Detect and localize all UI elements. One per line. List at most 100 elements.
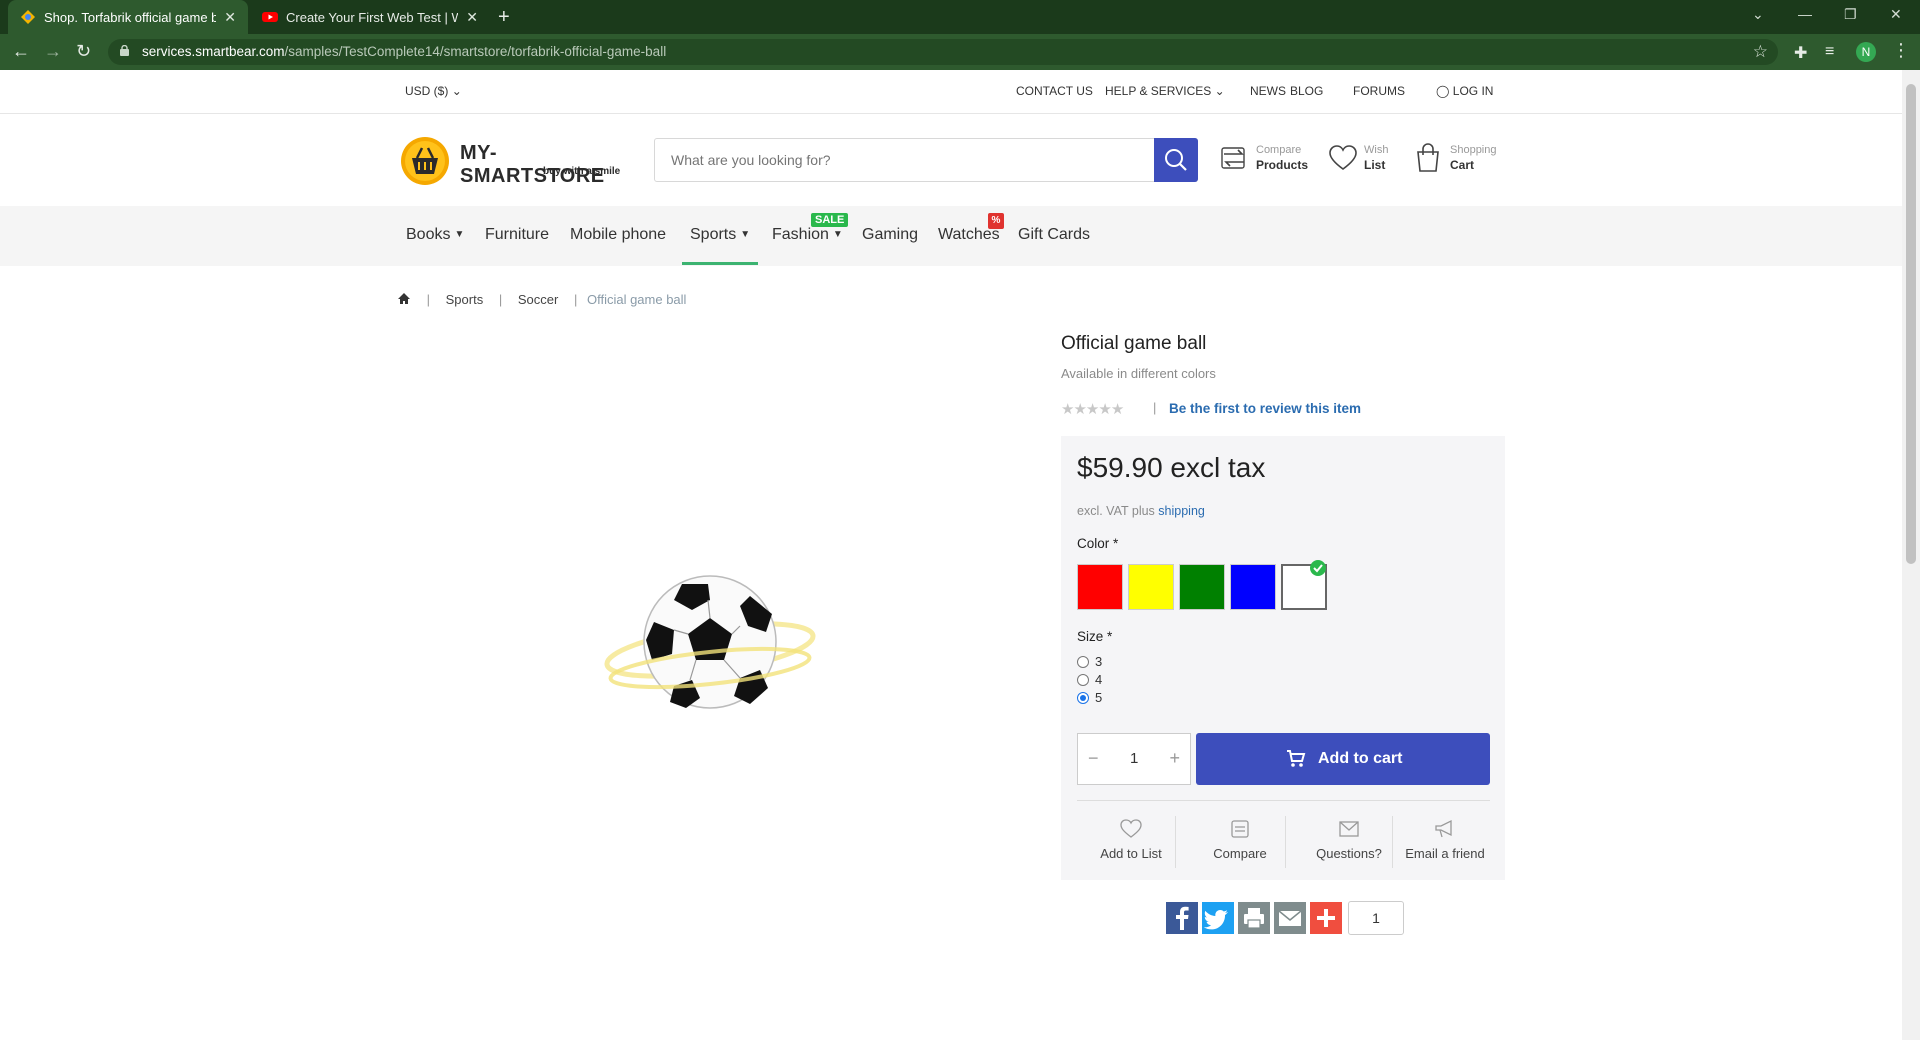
megaphone-icon <box>1435 819 1452 838</box>
wishlist-button[interactable]: Wish List <box>1328 142 1398 182</box>
news-link[interactable]: NEWS <box>1250 84 1286 98</box>
store-logo[interactable]: MY-SMARTSTORE buy with a smile <box>400 136 636 187</box>
product-price: $59.90 excl tax <box>1077 452 1266 483</box>
tab-search-icon[interactable]: ⌄ <box>1752 6 1764 23</box>
shopping-bag-icon <box>1417 143 1439 172</box>
nav-item-books[interactable]: Books ▼ <box>406 226 464 244</box>
print-button[interactable] <box>1238 902 1270 934</box>
review-separator: | <box>1153 400 1157 415</box>
size-option-5[interactable]: 5 <box>1077 690 1102 705</box>
scrollbar-thumb[interactable] <box>1906 84 1916 564</box>
add-to-list-button[interactable]: Add to List <box>1077 818 1185 861</box>
reading-list-icon[interactable]: ≡ <box>1825 43 1834 61</box>
email-icon <box>1274 902 1306 934</box>
compare-products-button[interactable]: Compare Products <box>1220 142 1310 182</box>
close-tab-icon[interactable]: ✕ <box>466 9 478 26</box>
breadcrumb-sports[interactable]: Sports <box>446 292 484 307</box>
close-window-icon[interactable]: ✕ <box>1890 6 1902 23</box>
nav-item-gaming[interactable]: Gaming <box>862 226 918 244</box>
bookmark-star-icon[interactable]: ☆ <box>1753 42 1768 62</box>
add-to-cart-button[interactable]: Add to cart <box>1196 733 1490 785</box>
search-button[interactable] <box>1154 138 1198 182</box>
envelope-icon <box>1339 821 1359 837</box>
heart-icon <box>1120 819 1142 838</box>
twitter-share-button[interactable] <box>1202 902 1234 934</box>
email-share-button[interactable] <box>1274 902 1306 934</box>
email-friend-button[interactable]: Email a friend <box>1391 818 1499 861</box>
increment-icon[interactable]: + <box>1169 748 1180 769</box>
login-label: LOG IN <box>1452 84 1494 98</box>
profile-avatar[interactable]: N <box>1856 42 1876 62</box>
color-swatch-yellow[interactable] <box>1128 564 1174 610</box>
nav-item-sports[interactable]: Sports ▼ <box>681 226 759 265</box>
back-icon[interactable]: ← <box>12 41 30 62</box>
forums-link[interactable]: FORUMS <box>1353 84 1405 98</box>
nav-label: Sports <box>690 226 737 243</box>
twitter-icon <box>1202 902 1234 934</box>
write-review-link[interactable]: Be the first to review this item <box>1169 401 1361 416</box>
minimize-icon[interactable]: — <box>1798 6 1812 22</box>
product-image[interactable] <box>600 570 820 720</box>
radio-button-selected[interactable] <box>1077 692 1089 704</box>
quantity-input[interactable]: 1 <box>1130 750 1138 767</box>
contact-us-link[interactable]: CONTACT US <box>1016 84 1093 98</box>
color-swatch-red[interactable] <box>1077 564 1123 610</box>
cart-label-bottom: Cart <box>1450 158 1475 172</box>
url-host: services.smartbear.com <box>142 44 285 59</box>
blog-link[interactable]: BLOG <box>1290 84 1323 98</box>
breadcrumb-separator: | <box>426 292 431 307</box>
nav-item-fashion[interactable]: Fashion ▼ <box>772 226 843 244</box>
tax-note: excl. VAT plus shipping <box>1077 504 1205 518</box>
logo-tagline: buy with a smile <box>543 166 621 177</box>
color-swatch-blue[interactable] <box>1230 564 1276 610</box>
search-input[interactable] <box>655 139 1155 181</box>
page-scrollbar[interactable] <box>1902 70 1920 1040</box>
questions-button[interactable]: Questions? <box>1295 818 1403 861</box>
print-icon <box>1238 902 1270 934</box>
nav-label: Fashion <box>772 226 829 243</box>
more-share-button[interactable] <box>1310 902 1342 934</box>
shipping-link[interactable]: shipping <box>1158 504 1205 518</box>
browser-tab[interactable]: Create Your First Web Test | Web ✕ <box>250 0 490 34</box>
compare-label: Compare <box>1213 846 1267 861</box>
browser-tab-active[interactable]: Shop. Torfabrik official game ball ✕ <box>8 0 248 34</box>
radio-button[interactable] <box>1077 656 1089 668</box>
product-title: Official game ball <box>1061 333 1207 354</box>
url-text: services.smartbear.com/samples/TestCompl… <box>142 44 666 59</box>
compare-button[interactable]: Compare <box>1186 818 1294 861</box>
plus-icon <box>1310 902 1342 934</box>
browser-toolbar: ← → ↻ services.smartbear.com/samples/Tes… <box>0 34 1920 70</box>
restore-icon[interactable]: ❐ <box>1844 6 1857 23</box>
facebook-share-button[interactable] <box>1166 902 1198 934</box>
wishlist-label-bottom: List <box>1364 158 1386 172</box>
close-tab-icon[interactable]: ✕ <box>224 9 236 26</box>
breadcrumb-soccer[interactable]: Soccer <box>518 292 558 307</box>
nav-item-furniture[interactable]: Furniture <box>485 226 549 244</box>
size-option-3[interactable]: 3 <box>1077 654 1102 669</box>
new-tab-icon[interactable]: + <box>498 6 510 29</box>
tab-title: Create Your First Web Test | Web <box>286 9 459 25</box>
nav-item-gift-cards[interactable]: Gift Cards <box>1018 226 1090 244</box>
cart-label-top: Shopping <box>1450 144 1497 156</box>
home-icon[interactable] <box>397 292 415 307</box>
share-count: 1 <box>1348 901 1404 935</box>
size-option-4[interactable]: 4 <box>1077 672 1102 687</box>
nav-item-mobile-phone[interactable]: Mobile phone <box>570 226 666 244</box>
address-bar[interactable]: services.smartbear.com/samples/TestCompl… <box>108 39 1778 65</box>
shopping-cart-button[interactable]: Shopping Cart <box>1414 142 1504 182</box>
help-services-menu[interactable]: HELP & SERVICES ⌄ <box>1105 84 1225 98</box>
reload-icon[interactable]: ↻ <box>76 41 91 62</box>
forward-icon[interactable]: → <box>44 41 62 62</box>
login-link[interactable]: ◯ LOG IN <box>1436 84 1493 98</box>
discount-badge: % <box>988 213 1004 229</box>
browser-menu-icon[interactable]: ⋮ <box>1892 40 1910 61</box>
radio-button[interactable] <box>1077 674 1089 686</box>
chevron-down-icon: ▼ <box>832 229 843 240</box>
rating-stars: ★★★★★ <box>1061 400 1124 418</box>
decrement-icon[interactable]: − <box>1088 748 1099 769</box>
star-icon: ★ <box>1073 401 1086 418</box>
size-value: 3 <box>1095 654 1103 669</box>
extensions-icon[interactable]: ✚ <box>1794 43 1807 63</box>
color-swatch-green[interactable] <box>1179 564 1225 610</box>
currency-selector[interactable]: USD ($) ⌄ <box>405 84 462 98</box>
